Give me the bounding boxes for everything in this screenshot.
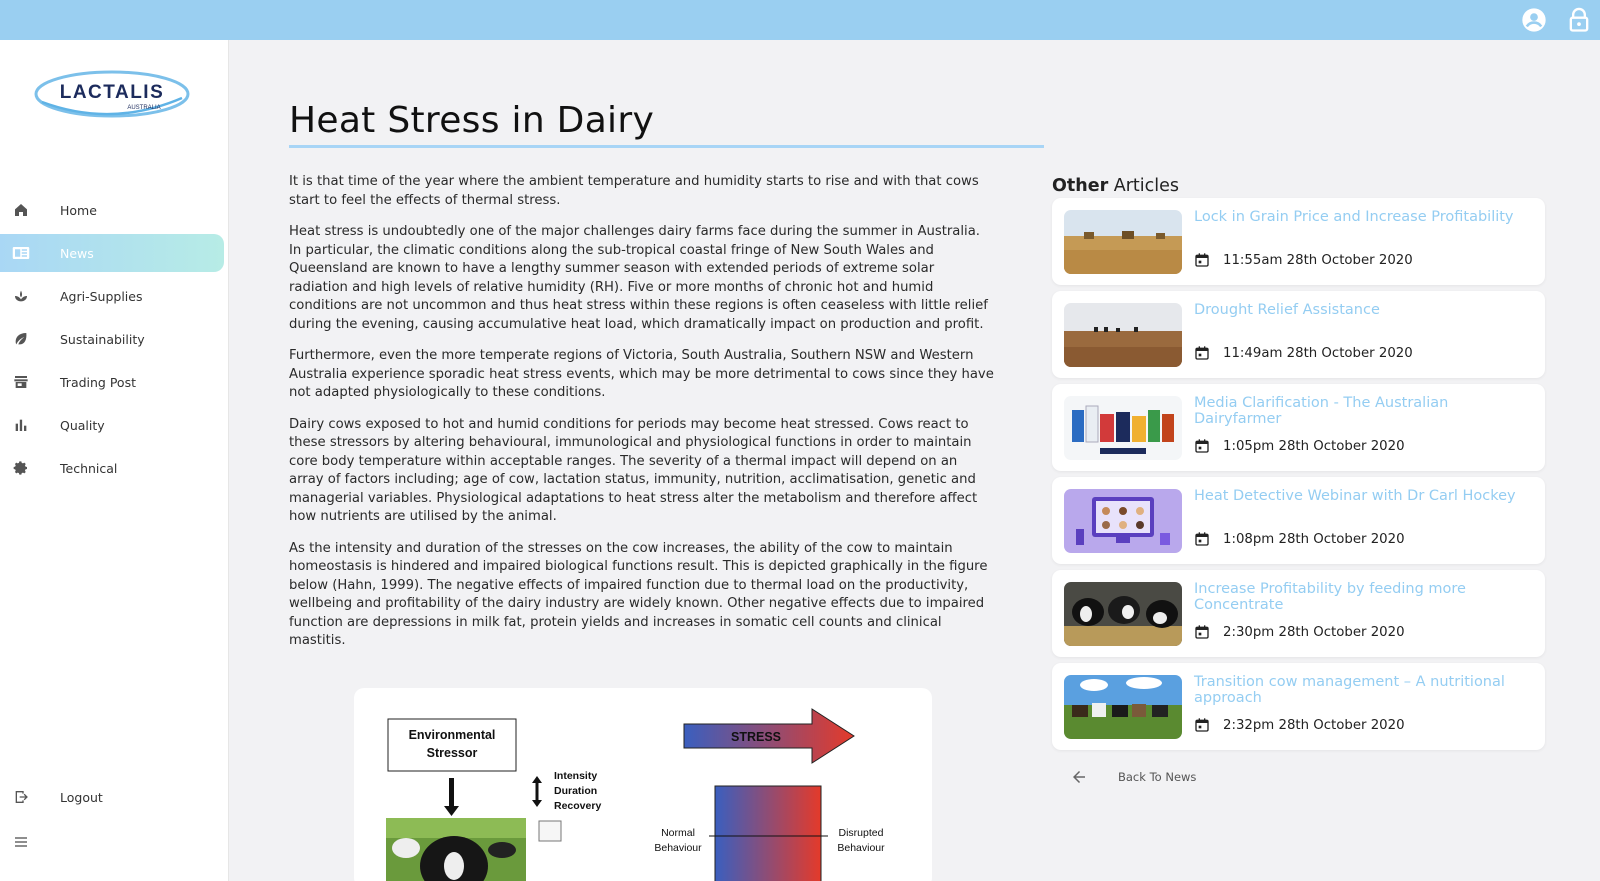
article-thumbnail bbox=[1064, 210, 1182, 274]
article-card-title[interactable]: Drought Relief Assistance bbox=[1194, 302, 1534, 318]
article-paragraph: Heat stress is undoubtedly one of the ma… bbox=[289, 224, 988, 332]
svg-text:AUSTRALIA: AUSTRALIA bbox=[127, 105, 160, 111]
news-icon bbox=[11, 243, 31, 263]
sidebar-item-label: Technical bbox=[60, 460, 118, 476]
logout-label: Logout bbox=[60, 789, 103, 805]
heat-stress-figure: Environmental Stressor Intensity Duratio… bbox=[354, 688, 932, 881]
article-card-title[interactable]: Heat Detective Webinar with Dr Carl Hock… bbox=[1194, 488, 1534, 504]
svg-text:Stressor: Stressor bbox=[427, 746, 478, 760]
lactalis-logo[interactable]: LACTALIS AUSTRALIA bbox=[32, 68, 192, 124]
article-card-title[interactable]: Media Clarification - The Australian Dai… bbox=[1194, 395, 1534, 427]
leaf-icon bbox=[11, 329, 31, 349]
article-card[interactable]: Drought Relief Assistance 11:49am 28th O… bbox=[1052, 291, 1545, 378]
svg-text:Recovery: Recovery bbox=[554, 800, 601, 812]
page-title: Heat Stress in Dairy bbox=[289, 100, 655, 141]
calendar-icon bbox=[1195, 625, 1209, 639]
article-card[interactable]: Media Clarification - The Australian Dai… bbox=[1052, 384, 1545, 471]
stressor-box bbox=[387, 718, 517, 772]
down-arrow-head bbox=[444, 806, 459, 816]
logout-button[interactable]: Logout bbox=[0, 778, 224, 816]
article-paragraph: Dairy cows exposed to hot and humid cond… bbox=[289, 416, 978, 525]
article-card-date: 1:08pm 28th October 2020 bbox=[1194, 531, 1405, 547]
calendar-icon bbox=[1195, 346, 1209, 360]
calendar-icon bbox=[1195, 718, 1209, 732]
article-thumbnail bbox=[1064, 396, 1182, 460]
sidebar-item-trading-post[interactable]: Trading Post bbox=[0, 363, 224, 401]
menu-toggle-button[interactable] bbox=[0, 823, 50, 861]
svg-text:Duration: Duration bbox=[554, 785, 597, 797]
sidebar-item-quality[interactable]: Quality bbox=[0, 406, 224, 444]
hamburger-icon bbox=[11, 832, 31, 852]
gear-icon bbox=[11, 458, 31, 478]
sidebar-item-home[interactable]: Home bbox=[0, 191, 224, 229]
double-arrow bbox=[532, 776, 542, 807]
svg-text:Behaviour: Behaviour bbox=[654, 842, 702, 854]
article-card-title[interactable]: Increase Profitability by feeding more C… bbox=[1194, 581, 1534, 613]
article-card[interactable]: Heat Detective Webinar with Dr Carl Hock… bbox=[1052, 477, 1545, 564]
svg-text:Behaviour: Behaviour bbox=[837, 842, 885, 854]
article-paragraph: Furthermore, even the more temperate reg… bbox=[289, 348, 994, 400]
article-card-title[interactable]: Lock in Grain Price and Increase Profita… bbox=[1194, 209, 1534, 225]
sidebar-item-agri-supplies[interactable]: Agri-Supplies bbox=[0, 277, 224, 315]
back-to-news-button[interactable]: Back To News bbox=[1070, 768, 1196, 786]
calendar-icon bbox=[1195, 532, 1209, 546]
article-thumbnail bbox=[1064, 303, 1182, 367]
svg-text:Disrupted: Disrupted bbox=[839, 827, 884, 839]
svg-text:Intensity: Intensity bbox=[554, 770, 597, 782]
calendar-icon bbox=[1195, 253, 1209, 267]
account-circle-icon[interactable] bbox=[1520, 6, 1548, 34]
article-card-date: 11:49am 28th October 2020 bbox=[1194, 345, 1413, 361]
article-paragraph: It is that time of the year where the am… bbox=[289, 174, 979, 208]
top-bar bbox=[0, 0, 1600, 40]
bar-chart-icon bbox=[11, 415, 31, 435]
title-underline bbox=[289, 145, 1044, 148]
sidebar-item-label: Agri-Supplies bbox=[60, 288, 143, 304]
svg-text:Normal: Normal bbox=[661, 827, 695, 839]
logout-icon bbox=[11, 787, 31, 807]
article-card-date: 1:05pm 28th October 2020 bbox=[1194, 438, 1405, 454]
sidebar-item-label: Sustainability bbox=[60, 331, 145, 347]
svg-text:STRESS: STRESS bbox=[731, 730, 781, 744]
article-card-title[interactable]: Transition cow management – A nutritiona… bbox=[1194, 674, 1534, 706]
sidebar-item-label: Quality bbox=[60, 417, 105, 433]
sidebar-item-technical[interactable]: Technical bbox=[0, 449, 224, 487]
article-card-date: 2:32pm 28th October 2020 bbox=[1194, 717, 1405, 733]
sidebar-item-label: News bbox=[60, 245, 94, 261]
sidebar-item-news[interactable]: News bbox=[0, 234, 224, 272]
arrow-left-icon bbox=[1073, 771, 1085, 783]
article-card[interactable]: Transition cow management – A nutritiona… bbox=[1052, 663, 1545, 750]
article-card[interactable]: Increase Profitability by feeding more C… bbox=[1052, 570, 1545, 657]
plant-icon bbox=[11, 286, 31, 306]
store-icon bbox=[11, 372, 31, 392]
behaviour-gradient-box bbox=[714, 785, 822, 881]
article-card-date: 2:30pm 28th October 2020 bbox=[1194, 624, 1405, 640]
article-thumbnail bbox=[1064, 582, 1182, 646]
sidebar-item-sustainability[interactable]: Sustainability bbox=[0, 320, 224, 358]
svg-text:Environmental: Environmental bbox=[409, 728, 496, 742]
article-body: It is that time of the year where the am… bbox=[289, 173, 994, 664]
calendar-icon bbox=[1195, 439, 1209, 453]
main-content: Heat Stress in Dairy It is that time of … bbox=[230, 40, 1600, 881]
cow-photo bbox=[386, 818, 526, 881]
article-card-date: 11:55am 28th October 2020 bbox=[1194, 252, 1413, 268]
article-thumbnail bbox=[1064, 675, 1182, 739]
other-articles-heading: Other Articles bbox=[1052, 176, 1180, 196]
article-card[interactable]: Lock in Grain Price and Increase Profita… bbox=[1052, 198, 1545, 285]
sidebar-item-label: Home bbox=[60, 202, 97, 218]
sidebar-item-label: Trading Post bbox=[60, 374, 136, 390]
sidebar: LACTALIS AUSTRALIA Home News Agri-Suppli… bbox=[0, 40, 229, 881]
article-thumbnail bbox=[1064, 489, 1182, 553]
down-arrow-shaft bbox=[449, 778, 454, 808]
image-handle-icon bbox=[538, 820, 562, 842]
back-to-news-label: Back To News bbox=[1118, 770, 1197, 784]
lock-icon[interactable] bbox=[1565, 6, 1593, 34]
home-icon bbox=[11, 200, 31, 220]
article-paragraph: As the intensity and duration of the str… bbox=[289, 540, 988, 649]
svg-text:LACTALIS: LACTALIS bbox=[60, 82, 165, 103]
